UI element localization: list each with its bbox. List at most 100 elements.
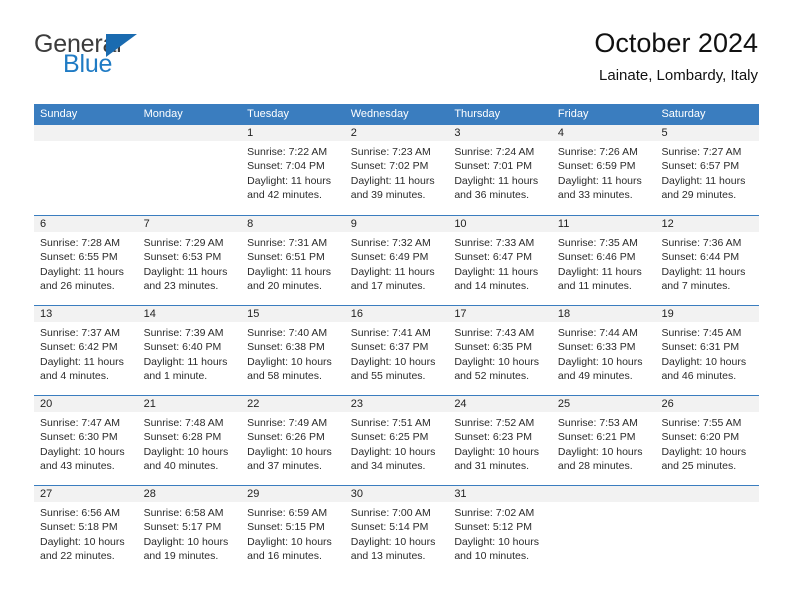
calendar-day-cell[interactable]: 27 Sunrise: 6:56 AM Sunset: 5:18 PM Dayligh… bbox=[34, 486, 138, 575]
daylight-line-1: Daylight: 10 hours bbox=[350, 355, 436, 368]
daylight-line-1: Daylight: 10 hours bbox=[247, 355, 332, 368]
calendar-day-cell-empty bbox=[551, 486, 656, 575]
calendar-week-row: 20 Sunrise: 7:47 AM Sunset: 6:30 PM Dayligh… bbox=[34, 395, 760, 485]
calendar-page: General Blue October 2024 Lainate, Lomba… bbox=[0, 0, 792, 612]
sunset-time: Sunset: 6:40 PM bbox=[143, 341, 222, 354]
daylight-line-1: Daylight: 11 hours bbox=[247, 265, 332, 278]
calendar-day-cell[interactable]: 19 Sunrise: 7:45 AM Sunset: 6:31 PM Dayligh… bbox=[655, 306, 760, 395]
day-number: 23 bbox=[344, 396, 449, 412]
daylight-line-1: Daylight: 10 hours bbox=[40, 445, 125, 458]
calendar-day-cell[interactable]: 8 Sunrise: 7:31 AM Sunset: 6:51 PM Daylight… bbox=[241, 216, 345, 305]
daylight-line-2: and 16 minutes. bbox=[247, 549, 322, 562]
sunset-time: Sunset: 6:20 PM bbox=[661, 431, 740, 444]
sunset-time: Sunset: 6:38 PM bbox=[247, 341, 325, 354]
daylight-line-2: and 36 minutes. bbox=[454, 188, 530, 201]
day-details: Sunrise: 7:28 AM Sunset: 6:55 PM Daylight:… bbox=[34, 232, 138, 293]
calendar-day-cell[interactable]: 11 Sunrise: 7:35 AM Sunset: 6:46 PM Dayligh… bbox=[551, 216, 656, 305]
day-number: 8 bbox=[241, 216, 345, 232]
calendar-grid: Sunday Monday Tuesday Wednesday Thursday… bbox=[34, 104, 760, 575]
calendar-day-cell[interactable]: 25 Sunrise: 7:53 AM Sunset: 6:21 PM Dayligh… bbox=[551, 396, 656, 485]
sunset-time: Sunset: 6:55 PM bbox=[40, 251, 118, 264]
sunset-time: Sunset: 7:04 PM bbox=[247, 160, 325, 173]
sunrise-time: Sunrise: 7:40 AM bbox=[247, 327, 328, 339]
calendar-day-cell[interactable]: 13 Sunrise: 7:37 AM Sunset: 6:42 PM Dayligh… bbox=[34, 306, 138, 395]
calendar-day-cell[interactable]: 18 Sunrise: 7:44 AM Sunset: 6:33 PM Dayligh… bbox=[551, 306, 656, 395]
calendar-day-cell[interactable]: 28 Sunrise: 6:58 AM Sunset: 5:17 PM Dayligh… bbox=[137, 486, 242, 575]
sunrise-time: Sunrise: 7:55 AM bbox=[661, 417, 742, 429]
daylight-line-2: and 33 minutes. bbox=[557, 188, 633, 201]
day-number: 19 bbox=[655, 306, 760, 322]
daylight-line-2: and 13 minutes. bbox=[350, 549, 426, 562]
calendar-day-cell[interactable]: 2 Sunrise: 7:23 AM Sunset: 7:02 PM Daylight… bbox=[344, 125, 449, 215]
daylight-line-1: Daylight: 11 hours bbox=[40, 355, 124, 368]
calendar-day-cell[interactable]: 3 Sunrise: 7:24 AM Sunset: 7:01 PM Daylight… bbox=[448, 125, 552, 215]
daylight-line-1: Daylight: 10 hours bbox=[454, 355, 539, 368]
calendar-day-cell[interactable]: 17 Sunrise: 7:43 AM Sunset: 6:35 PM Dayligh… bbox=[448, 306, 552, 395]
day-number: 3 bbox=[448, 125, 552, 141]
sunset-time: Sunset: 6:25 PM bbox=[350, 431, 429, 444]
calendar-week-row: 13 Sunrise: 7:37 AM Sunset: 6:42 PM Dayligh… bbox=[34, 305, 760, 395]
calendar-day-cell[interactable]: 30 Sunrise: 7:00 AM Sunset: 5:14 PM Dayligh… bbox=[344, 486, 449, 575]
day-number: 31 bbox=[448, 486, 552, 502]
sunset-time: Sunset: 6:49 PM bbox=[350, 251, 429, 264]
calendar-day-cell[interactable]: 21 Sunrise: 7:48 AM Sunset: 6:28 PM Dayligh… bbox=[137, 396, 242, 485]
page-subtitle: Lainate, Lombardy, Italy bbox=[599, 67, 758, 84]
sunrise-time: Sunrise: 7:36 AM bbox=[661, 237, 742, 249]
calendar-day-cell[interactable]: 7 Sunrise: 7:29 AM Sunset: 6:53 PM Daylight… bbox=[137, 216, 242, 305]
sunset-time: Sunset: 6:47 PM bbox=[454, 251, 532, 264]
sunset-time: Sunset: 6:44 PM bbox=[661, 251, 740, 264]
calendar-day-cell[interactable]: 31 Sunrise: 7:02 AM Sunset: 5:12 PM Dayligh… bbox=[448, 486, 552, 575]
daylight-line-1: Daylight: 10 hours bbox=[661, 355, 747, 368]
day-number: 4 bbox=[551, 125, 656, 141]
weekday-header-monday: Monday bbox=[143, 108, 183, 120]
day-details: Sunrise: 6:56 AM Sunset: 5:18 PM Daylight:… bbox=[34, 502, 138, 563]
calendar-day-cell[interactable]: 22 Sunrise: 7:49 AM Sunset: 6:26 PM Dayligh… bbox=[241, 396, 345, 485]
calendar-day-cell[interactable]: 26 Sunrise: 7:55 AM Sunset: 6:20 PM Dayligh… bbox=[655, 396, 760, 485]
day-details: Sunrise: 7:45 AM Sunset: 6:31 PM Daylight:… bbox=[655, 322, 759, 383]
calendar-day-cell[interactable]: 10 Sunrise: 7:33 AM Sunset: 6:47 PM Dayligh… bbox=[448, 216, 552, 305]
sunset-time: Sunset: 6:51 PM bbox=[247, 251, 325, 264]
daylight-line-1: Daylight: 11 hours bbox=[454, 174, 539, 187]
sunset-time: Sunset: 6:28 PM bbox=[143, 431, 222, 444]
sunrise-time: Sunrise: 7:24 AM bbox=[454, 146, 535, 158]
daylight-line-2: and 22 minutes. bbox=[40, 549, 115, 562]
calendar-day-cell[interactable]: 5 Sunrise: 7:27 AM Sunset: 6:57 PM Daylight… bbox=[655, 125, 760, 215]
daylight-line-2: and 14 minutes. bbox=[454, 279, 530, 292]
calendar-day-cell[interactable]: 29 Sunrise: 6:59 AM Sunset: 5:15 PM Dayligh… bbox=[241, 486, 345, 575]
sunrise-time: Sunrise: 7:45 AM bbox=[661, 327, 742, 339]
calendar-day-cell[interactable]: 14 Sunrise: 7:39 AM Sunset: 6:40 PM Dayligh… bbox=[137, 306, 242, 395]
daylight-line-2: and 4 minutes. bbox=[40, 369, 109, 382]
daylight-line-1: Daylight: 11 hours bbox=[661, 174, 746, 187]
logo-text-blue: Blue bbox=[63, 50, 113, 78]
day-details: Sunrise: 7:51 AM Sunset: 6:25 PM Daylight:… bbox=[345, 412, 449, 473]
sunrise-time: Sunrise: 7:33 AM bbox=[454, 237, 535, 249]
sunrise-time: Sunrise: 7:23 AM bbox=[350, 146, 431, 158]
calendar-day-cell[interactable]: 15 Sunrise: 7:40 AM Sunset: 6:38 PM Dayligh… bbox=[241, 306, 345, 395]
day-number: 7 bbox=[137, 216, 242, 232]
calendar-day-cell[interactable]: 24 Sunrise: 7:52 AM Sunset: 6:23 PM Dayligh… bbox=[448, 396, 552, 485]
calendar-day-cell[interactable]: 1 Sunrise: 7:22 AM Sunset: 7:04 PM Daylight… bbox=[241, 125, 345, 215]
sunrise-time: Sunrise: 7:51 AM bbox=[350, 417, 431, 429]
day-details: Sunrise: 7:44 AM Sunset: 6:33 PM Daylight:… bbox=[552, 322, 656, 383]
daylight-line-2: and 39 minutes. bbox=[350, 188, 426, 201]
general-blue-logo[interactable]: General Blue bbox=[34, 32, 234, 88]
daylight-line-1: Daylight: 10 hours bbox=[350, 445, 436, 458]
sunrise-time: Sunrise: 6:59 AM bbox=[247, 507, 328, 519]
calendar-day-cell[interactable]: 16 Sunrise: 7:41 AM Sunset: 6:37 PM Dayligh… bbox=[344, 306, 449, 395]
calendar-day-cell[interactable]: 6 Sunrise: 7:28 AM Sunset: 6:55 PM Daylight… bbox=[34, 216, 138, 305]
daylight-line-1: Daylight: 10 hours bbox=[454, 535, 539, 548]
calendar-day-cell[interactable]: 23 Sunrise: 7:51 AM Sunset: 6:25 PM Dayligh… bbox=[344, 396, 449, 485]
daylight-line-2: and 7 minutes. bbox=[661, 279, 731, 292]
day-number: 20 bbox=[34, 396, 138, 412]
weekday-header-wednesday: Wednesday bbox=[350, 108, 409, 120]
day-details: Sunrise: 6:58 AM Sunset: 5:17 PM Daylight:… bbox=[138, 502, 242, 563]
day-number: 16 bbox=[344, 306, 449, 322]
weekday-header-sunday: Sunday bbox=[40, 108, 78, 120]
day-details: Sunrise: 7:33 AM Sunset: 6:47 PM Daylight:… bbox=[448, 232, 552, 293]
calendar-day-cell[interactable]: 9 Sunrise: 7:32 AM Sunset: 6:49 PM Daylight… bbox=[344, 216, 449, 305]
calendar-day-cell[interactable]: 20 Sunrise: 7:47 AM Sunset: 6:30 PM Dayligh… bbox=[34, 396, 138, 485]
calendar-day-cell[interactable]: 4 Sunrise: 7:26 AM Sunset: 6:59 PM Daylight… bbox=[551, 125, 656, 215]
sunset-time: Sunset: 5:12 PM bbox=[454, 521, 532, 534]
day-number: 27 bbox=[34, 486, 138, 502]
calendar-day-cell[interactable]: 12 Sunrise: 7:36 AM Sunset: 6:44 PM Dayligh… bbox=[655, 216, 760, 305]
